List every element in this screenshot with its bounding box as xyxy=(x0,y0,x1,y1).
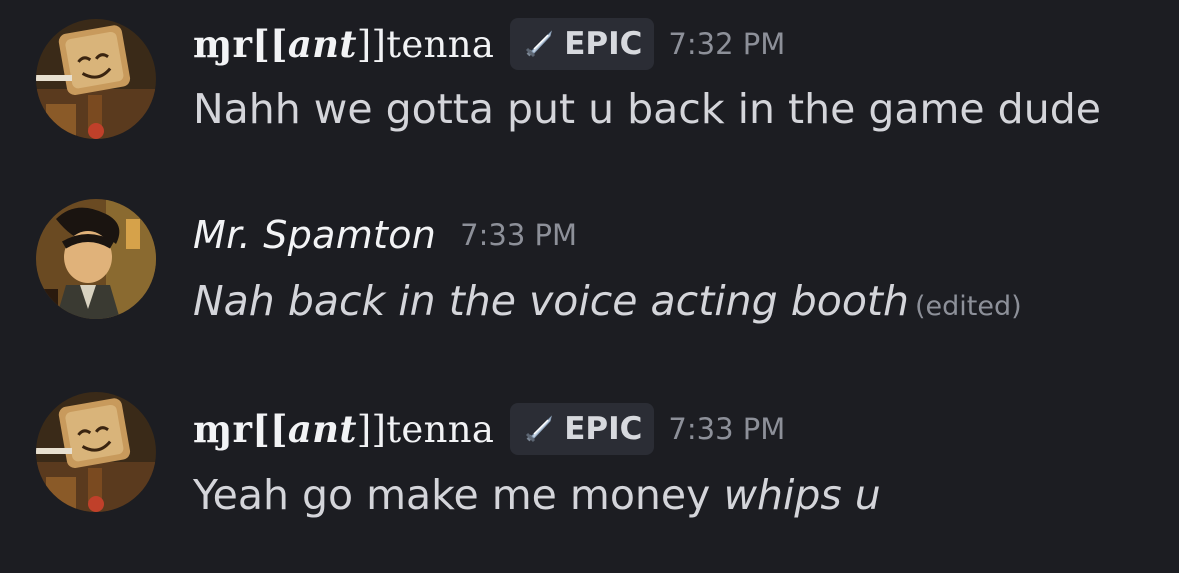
tv-head-avatar-icon xyxy=(36,392,156,512)
username[interactable]: ɱr[[ant]]tenna xyxy=(193,22,494,66)
timestamp[interactable]: 7:32 PM xyxy=(668,27,785,61)
username-suffix: ]]tenna xyxy=(356,23,495,66)
username-prefix: ɱr[[ xyxy=(193,22,288,66)
timestamp[interactable]: 7:33 PM xyxy=(668,412,785,446)
spamton-avatar-icon xyxy=(36,199,156,319)
username[interactable]: Mr. Spamton xyxy=(193,213,436,257)
message-text-content: Nah back in the voice acting booth xyxy=(193,277,909,325)
sword-icon xyxy=(526,30,553,58)
message-text: Yeah go make me money whips u xyxy=(193,471,881,519)
avatar[interactable] xyxy=(36,392,156,512)
message-text: Nahh we gotta put u back in the game dud… xyxy=(193,85,1101,133)
username-fancy: ant xyxy=(287,407,357,451)
badge-label: EPIC xyxy=(564,411,643,447)
message-item: Mr. Spamton 7:33 PM Nah back in the voic… xyxy=(0,193,1179,343)
username-prefix: ɱr[[ xyxy=(193,407,288,451)
sword-icon xyxy=(526,415,553,443)
username-suffix: ]]tenna xyxy=(356,408,495,451)
timestamp[interactable]: 7:33 PM xyxy=(460,218,577,252)
username[interactable]: ɱr[[ant]]tenna xyxy=(193,407,494,451)
message-item: ɱr[[ant]]tenna EPIC 7:33 PM Yeah go make… xyxy=(0,385,1179,535)
avatar[interactable] xyxy=(36,199,156,319)
epic-badge[interactable]: EPIC xyxy=(510,403,655,455)
avatar[interactable] xyxy=(36,19,156,139)
message-text-content: Yeah go make me money xyxy=(193,471,724,519)
badge-label: EPIC xyxy=(564,26,643,62)
message-text-emphasis: whips u xyxy=(723,471,881,519)
epic-badge[interactable]: EPIC xyxy=(510,18,655,70)
message-item: ɱr[[ant]]tenna EPIC 7:32 PM Nahh we gott… xyxy=(0,0,1179,150)
username-fancy: ant xyxy=(287,22,357,66)
message-text: Nah back in the voice acting booth (edite… xyxy=(193,277,1022,325)
tv-head-avatar-icon xyxy=(36,19,156,139)
edited-label: (edited) xyxy=(914,291,1022,322)
